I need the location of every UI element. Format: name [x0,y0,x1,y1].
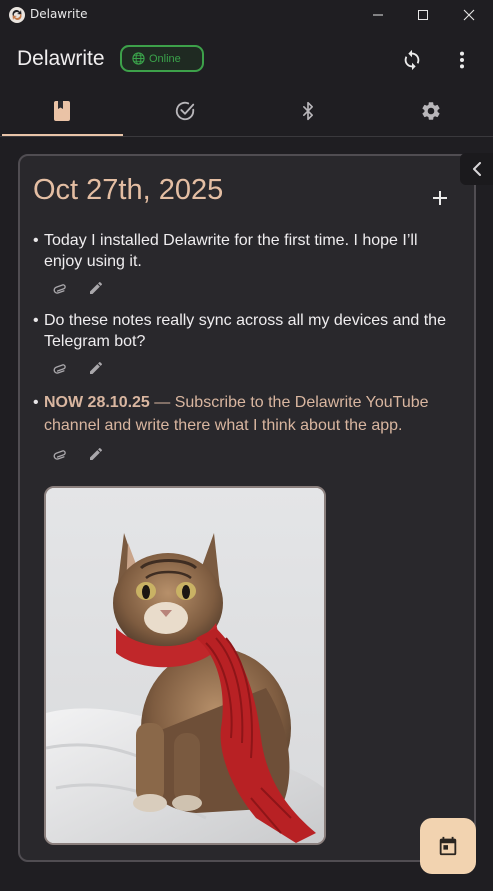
calendar-fab-button[interactable] [420,818,476,874]
close-icon [463,9,475,21]
maximize-button[interactable] [400,0,446,30]
window-titlebar: Delawrite [0,0,493,30]
attach-icon[interactable] [52,280,68,296]
check-circle-icon [175,101,194,121]
more-options-button[interactable] [446,44,478,76]
settings-gear-icon [421,102,440,120]
window-title: Delawrite [30,7,88,21]
tab-bar [0,88,493,137]
note-bullet: • [33,232,39,249]
sync-button[interactable] [396,44,428,76]
note-text: Do these notes really sync across all my… [44,312,446,350]
note-item[interactable]: • Do these notes really sync across all … [33,310,453,352]
note-text: NOW 28.10.25 — Subscribe to the Delawrit… [44,391,449,437]
note-item[interactable]: • NOW 28.10.25 — Subscribe to the Delawr… [33,391,453,437]
edit-pencil-icon[interactable] [88,360,104,376]
tab-journal[interactable] [0,88,123,136]
note-bullet: • [33,312,39,329]
tab-settings[interactable] [369,88,492,134]
status-badge-label: Online [149,52,181,65]
edit-pencil-icon[interactable] [88,280,104,296]
journal-date-heading: Oct 27th, 2025 [33,174,224,206]
sync-icon [404,49,420,71]
add-note-icon[interactable] [426,184,454,212]
more-vert-icon [459,51,465,69]
minimize-icon [373,14,383,16]
app-logo-icon [9,7,25,23]
note-photo-attachment[interactable] [44,486,326,845]
chevron-left-icon [472,162,481,176]
journal-icon [53,101,70,121]
cat-photo-image [46,488,324,843]
app-title: Delawrite [17,47,105,70]
collapse-panel-button[interactable] [460,153,493,185]
note-tools [52,360,104,376]
attach-icon[interactable] [52,446,68,462]
edit-pencil-icon[interactable] [88,446,104,462]
note-deadline-tag: NOW 28.10.25 [44,394,150,411]
close-window-button[interactable] [446,0,492,30]
note-item[interactable]: • Today I installed Delawrite for the fi… [33,230,453,272]
globe-icon [132,52,145,65]
maximize-icon [418,10,428,20]
note-bullet: • [33,394,39,411]
status-badge: Online [120,45,204,72]
attach-icon[interactable] [52,360,68,376]
note-tools [52,280,104,296]
tab-bluetooth[interactable] [246,88,369,134]
tab-tasks[interactable] [123,88,246,134]
bluetooth-icon [302,101,313,121]
note-tools [52,446,104,462]
note-text: Today I installed Delawrite for the firs… [44,232,418,270]
note-separator: — [149,394,175,411]
minimize-button[interactable] [355,0,401,30]
calendar-icon [439,836,457,856]
